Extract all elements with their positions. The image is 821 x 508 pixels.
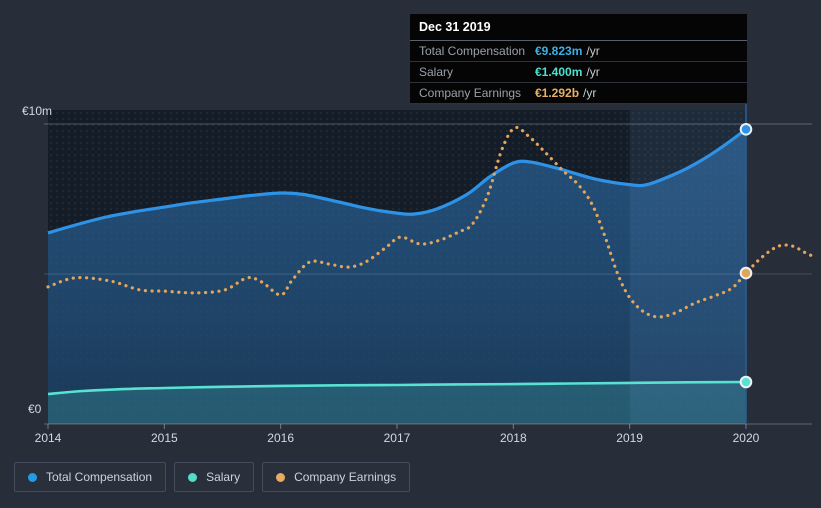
legend-dot-1 [188, 473, 197, 482]
y-axis-label-top: €10m [22, 104, 52, 118]
legend-item-company-earnings[interactable]: Company Earnings [262, 462, 410, 492]
x-tick-label-2018: 2018 [500, 431, 527, 445]
tooltip-row-label: Total Compensation [419, 44, 535, 58]
tooltip-row-value-0: €9.823m [535, 44, 582, 58]
x-tick-label-2015: 2015 [151, 431, 178, 445]
chart-legend: Total Compensation Salary Company Earnin… [14, 462, 410, 492]
tooltip-row-company-earnings: Company Earnings €1.292b /yr [410, 83, 747, 104]
tooltip-row-value-2: €1.292b [535, 86, 579, 100]
tooltip-row-total-compensation: Total Compensation €9.823m /yr [410, 41, 747, 62]
highlight-band [630, 110, 746, 424]
legend-label: Total Compensation [46, 470, 152, 484]
x-tick-label-2020: 2020 [733, 431, 760, 445]
hover-tooltip: Dec 31 2019 Total Compensation €9.823m /… [410, 14, 747, 104]
tooltip-date: Dec 31 2019 [410, 14, 747, 41]
tooltip-row-suffix: /yr [586, 65, 599, 79]
x-tick-label-2019: 2019 [616, 431, 643, 445]
tooltip-row-salary: Salary €1.400m /yr [410, 62, 747, 83]
tooltip-row-label: Company Earnings [419, 86, 535, 100]
x-tick-label-2014: 2014 [35, 431, 62, 445]
legend-label: Salary [206, 470, 240, 484]
legend-item-total-compensation[interactable]: Total Compensation [14, 462, 166, 492]
x-tick-label-2016: 2016 [267, 431, 294, 445]
compensation-chart: €10m €0 2014 2015 2016 2017 2018 2019 20… [0, 0, 821, 508]
legend-label: Company Earnings [294, 470, 396, 484]
axis-ticks [48, 424, 746, 429]
legend-dot-2 [276, 473, 285, 482]
tooltip-row-suffix: /yr [586, 44, 599, 58]
y-axis-label-bottom: €0 [28, 402, 41, 416]
legend-item-salary[interactable]: Salary [174, 462, 254, 492]
tooltip-row-label: Salary [419, 65, 535, 79]
x-tick-label-2017: 2017 [384, 431, 411, 445]
tooltip-row-suffix: /yr [583, 86, 596, 100]
legend-dot-0 [28, 473, 37, 482]
tooltip-row-value-1: €1.400m [535, 65, 582, 79]
